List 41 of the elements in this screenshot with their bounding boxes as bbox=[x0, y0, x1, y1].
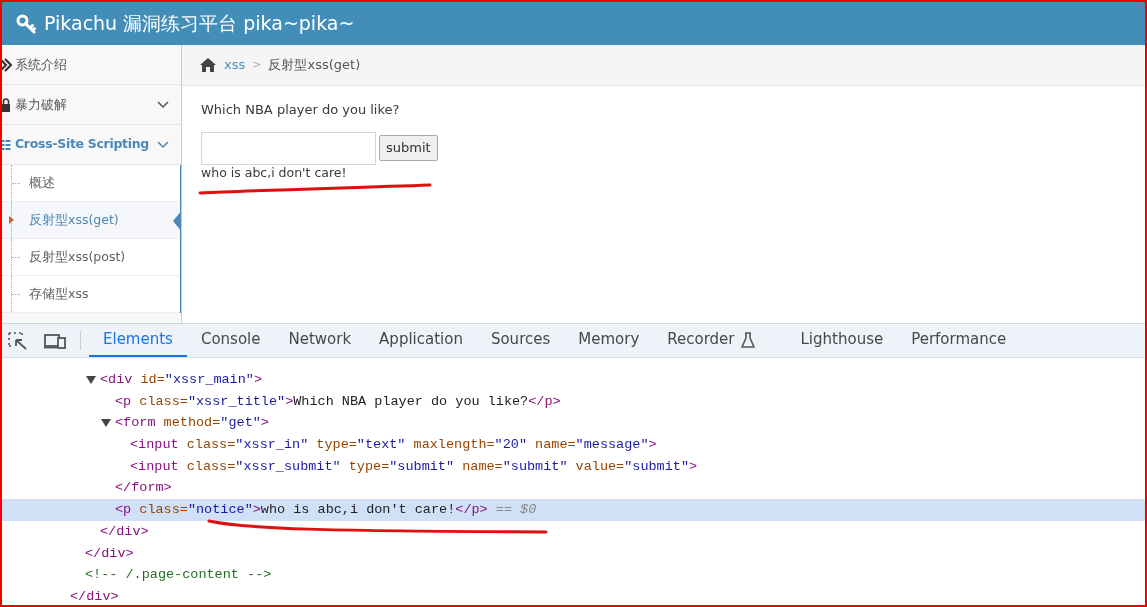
lock-icon bbox=[2, 96, 12, 113]
submenu-item[interactable]: 概述 bbox=[2, 165, 180, 202]
submenu-item[interactable]: 存储型xss bbox=[2, 276, 180, 313]
text-input[interactable] bbox=[201, 131, 376, 165]
code-line[interactable]: <!-- /.page-content --> bbox=[2, 564, 1145, 586]
key-icon bbox=[16, 13, 36, 34]
devtools-tab[interactable]: Performance bbox=[897, 324, 1021, 357]
code-line[interactable]: <input class="xssr_submit" type="submit" name="submit" value="submit"> bbox=[2, 455, 1145, 478]
devtools-tab[interactable]: Elements bbox=[89, 324, 187, 357]
breadcrumb-separator: > bbox=[252, 56, 262, 73]
code-line[interactable]: </form> bbox=[2, 477, 1145, 500]
code-line[interactable]: </div> bbox=[2, 585, 1145, 605]
devtools-tab[interactable]: Application bbox=[365, 324, 477, 357]
submenu-item[interactable]: 反射型xss(get) bbox=[2, 202, 180, 239]
expand-triangle-icon[interactable] bbox=[86, 376, 96, 384]
devtools-tab[interactable]: Sources bbox=[476, 324, 565, 357]
question-text: Which NBA player do you like? bbox=[201, 101, 401, 119]
code-line[interactable]: </div> bbox=[2, 520, 1145, 543]
chevron-icon bbox=[157, 140, 169, 149]
expand-triangle-icon[interactable] bbox=[101, 419, 111, 428]
devtools-tab[interactable]: Lighthouse bbox=[786, 324, 898, 357]
chevrons-icon bbox=[2, 56, 12, 73]
chevron-icon bbox=[157, 100, 169, 109]
inspect-icon bbox=[8, 331, 28, 350]
device-icon bbox=[44, 332, 66, 349]
breadcrumb-current: 反射型xss(get) bbox=[268, 56, 361, 75]
code-line[interactable]: <input class="xssr_in" type="text" maxlength="20" name="message"> bbox=[2, 434, 1145, 456]
devtools-tab[interactable]: Network bbox=[274, 324, 366, 357]
code-line[interactable]: <p class="xssr_title">Which NBA player do you like?</p> bbox=[2, 390, 1145, 413]
code-line[interactable]: <div id="xssr_main"> bbox=[2, 369, 1145, 391]
submit-button[interactable]: submit bbox=[379, 135, 438, 161]
devtools-tab[interactable]: Console bbox=[186, 324, 275, 357]
code-line[interactable]: <form method="get"> bbox=[2, 412, 1145, 435]
devtools-tab[interactable]: Recorder bbox=[653, 324, 769, 357]
notice-text: who is abc,i don't care! bbox=[201, 164, 347, 180]
site-title: Pikachu 漏洞练习平台 pika~pika~ bbox=[44, 11, 355, 37]
devtools-tab[interactable]: Memory bbox=[564, 324, 654, 357]
code-line[interactable]: </div> bbox=[2, 542, 1145, 565]
submenu-item[interactable]: 反射型xss(post) bbox=[2, 239, 180, 276]
home-icon bbox=[199, 57, 217, 73]
flask-icon bbox=[740, 331, 755, 348]
